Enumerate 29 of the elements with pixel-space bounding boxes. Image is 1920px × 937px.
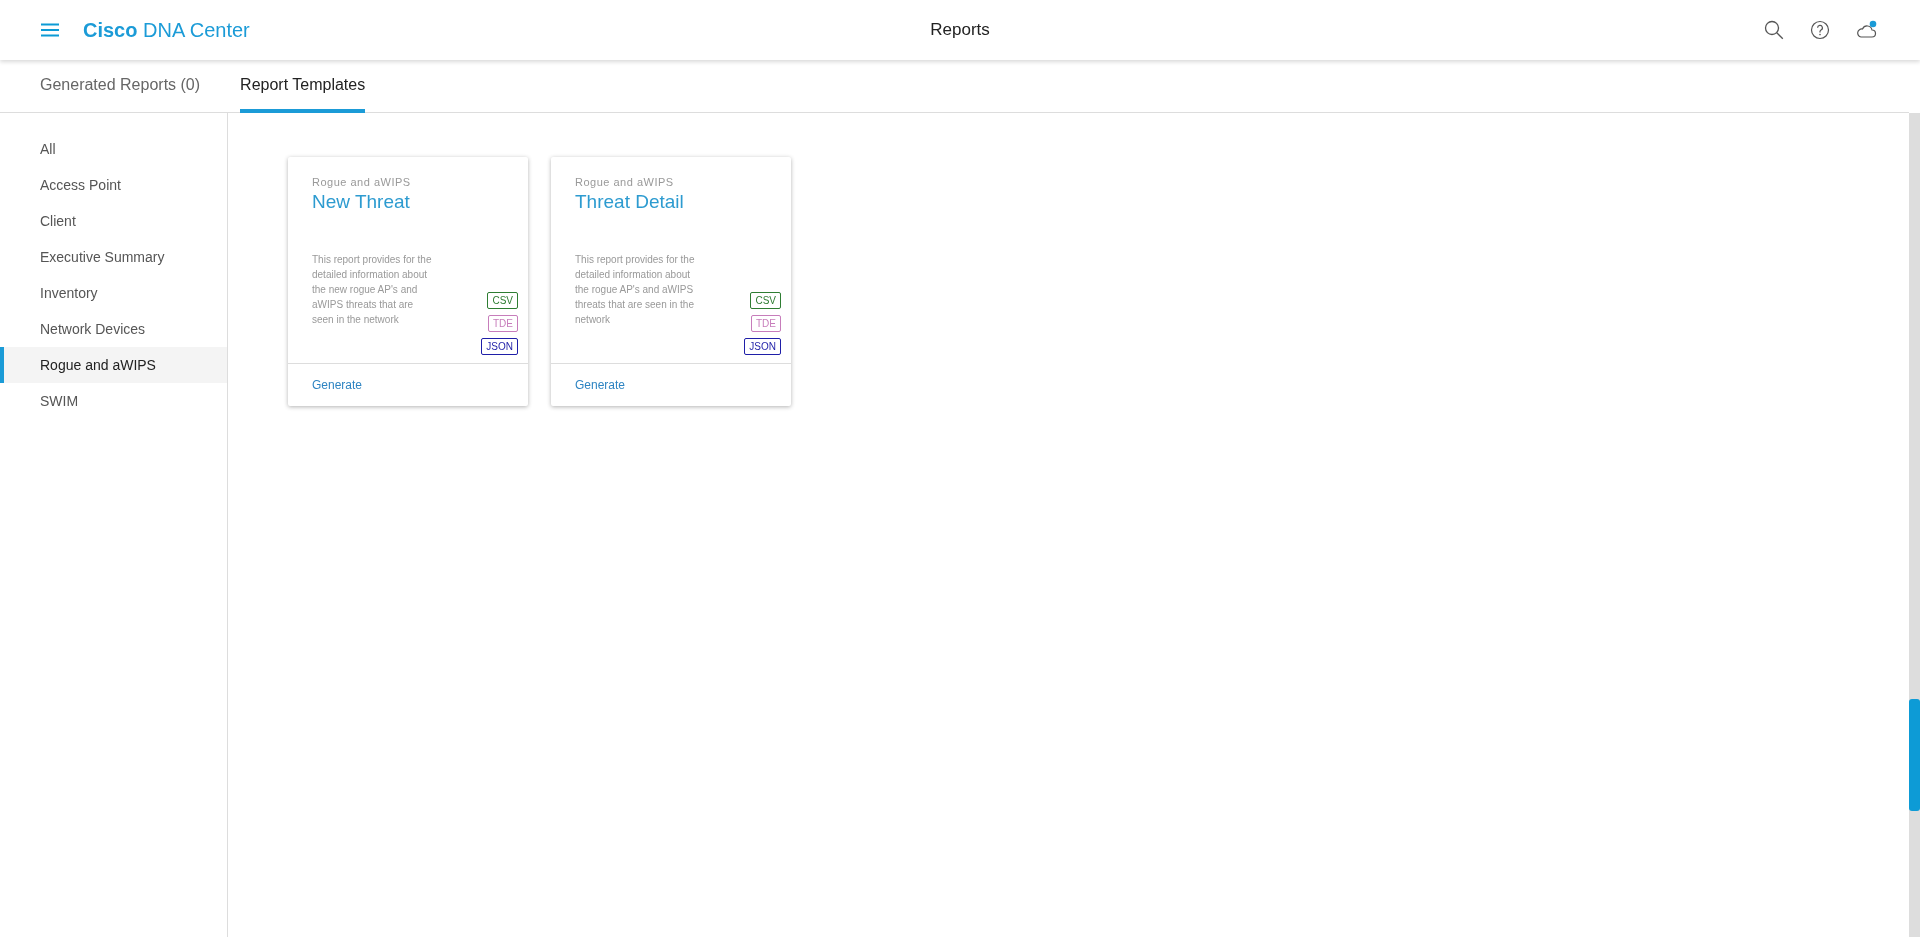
sidebar-item[interactable]: Network Devices [0, 311, 227, 347]
search-icon[interactable] [1764, 20, 1784, 40]
format-tag: CSV [487, 292, 518, 309]
sidebar-item[interactable]: Access Point [0, 167, 227, 203]
help-icon[interactable] [1810, 20, 1830, 40]
sidebar-item[interactable]: Executive Summary [0, 239, 227, 275]
card-category: Rogue and aWIPS [312, 176, 412, 188]
sidebar-item[interactable]: Client [0, 203, 227, 239]
cloud-icon[interactable] [1856, 20, 1878, 40]
sidebar-item[interactable]: SWIM [0, 383, 227, 419]
format-tag: JSON [481, 338, 518, 355]
generate-link[interactable]: Generate [575, 378, 626, 392]
format-tag: JSON [744, 338, 781, 355]
sidebar-item[interactable]: Inventory [0, 275, 227, 311]
format-tag: TDE [488, 315, 518, 332]
card-category: Rogue and aWIPS [575, 176, 675, 188]
page-title: Reports [930, 20, 990, 40]
tab[interactable]: Report Templates [240, 60, 366, 113]
sidebar-item[interactable]: Rogue and aWIPS [0, 347, 227, 383]
scrollbar-thumb[interactable] [1909, 699, 1920, 811]
tab[interactable]: Generated Reports (0) [40, 60, 201, 113]
menu-icon[interactable] [41, 23, 59, 37]
format-tag: TDE [751, 315, 781, 332]
card-description: This report provides for the detailed information about the new rogue AP's and aWIPS threats that are seen in the network [312, 253, 433, 327]
brand-title: Cisco DNA Center [83, 18, 250, 42]
format-tag: CSV [750, 292, 781, 309]
card-description: This report provides for the detailed information about the rogue AP's and aWIPS threats that are seen in the network [575, 253, 696, 327]
sidebar-item[interactable]: All [0, 131, 227, 167]
generate-link[interactable]: Generate [312, 378, 363, 392]
